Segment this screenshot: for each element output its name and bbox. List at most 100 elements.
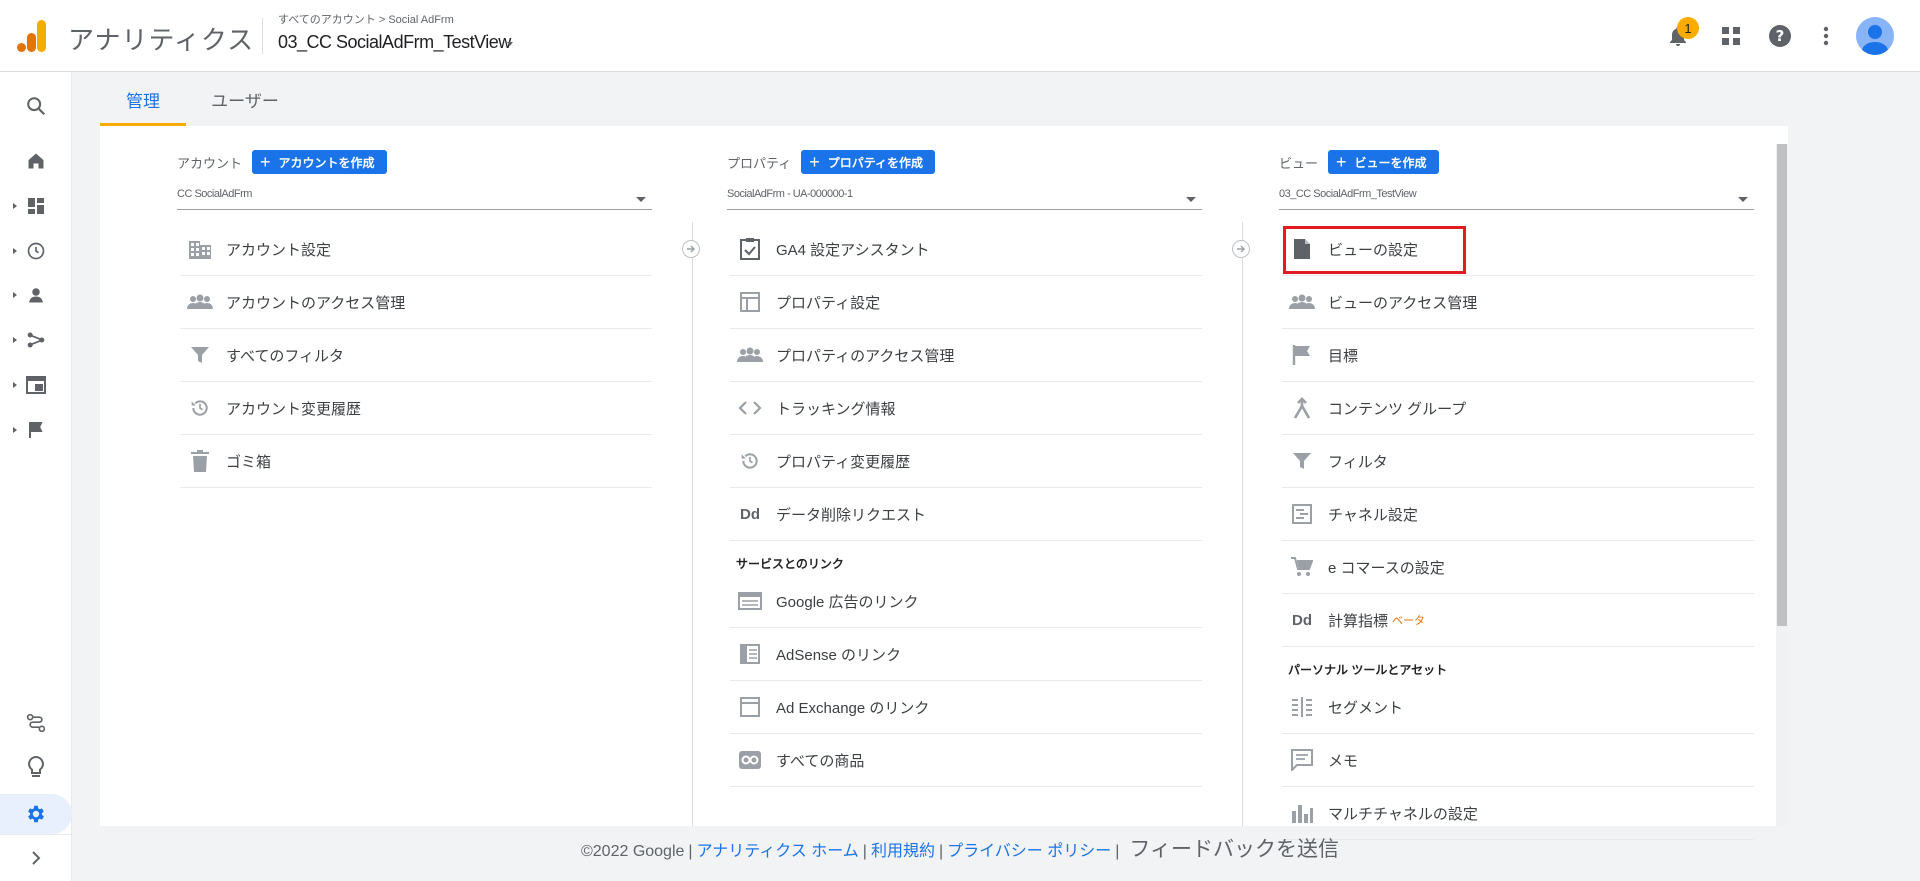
analytics-logo-icon[interactable] [16,18,48,54]
account-selector-value: CC SocialAdFrm [177,188,252,200]
arrow-right-circle-icon [1232,240,1250,258]
property-access-management-item[interactable]: プロパティのアクセス管理 [730,329,1202,382]
link-icon [736,746,764,774]
footer: ©2022 Google | アナリティクス ホーム | 利用規約 | プライバシー ポリシ… [580,838,1339,861]
menu-item-label: AdSense のリンク [776,646,902,664]
audience-person-icon[interactable] [0,275,72,315]
channel-settings-item[interactable]: チャネル設定 [1282,488,1754,541]
account-menu: アカウント設定 アカウントのアクセス管理 すべてのフィルタ アカウント変更履歴 … [180,223,652,488]
all-products-item[interactable]: すべての商品 [730,734,1202,787]
tracking-info-item[interactable]: トラッキング情報 [730,382,1202,435]
people-icon [736,341,764,369]
conversions-flag-icon[interactable] [0,410,72,450]
ecommerce-settings-item[interactable]: e コマースの設定 [1282,541,1754,594]
account-change-history-item[interactable]: アカウント変更履歴 [180,382,652,435]
data-deletion-request-item[interactable]: Dd データ削除リクエスト [730,488,1202,541]
chevron-down-icon [636,197,646,202]
personal-tools-section-label: パーソナル ツールとアセット [1288,662,1448,677]
filter-icon [1288,447,1316,475]
privacy-policy-link[interactable]: プライバシー ポリシー [947,843,1111,860]
create-view-label: ビューを作成 [1354,155,1427,170]
menu-item-label: フィルタ [1328,453,1388,471]
chevron-down-icon[interactable] [507,42,513,46]
terms-link[interactable]: 利用規約 [871,843,935,860]
send-feedback-link[interactable]: フィードバックを送信 [1129,838,1339,861]
layout-icon [736,288,764,316]
view-selector[interactable]: 03_CC SocialAdFrm_TestView [278,32,511,53]
behavior-layout-icon[interactable] [0,365,72,405]
acquisition-icon[interactable] [0,320,72,360]
menu-item-label: メモ [1328,752,1359,770]
title-divider [262,18,263,54]
property-change-history-item[interactable]: プロパティ変更履歴 [730,435,1202,488]
scrollbar-thumb[interactable] [1777,144,1787,626]
property-selector[interactable]: SocialAdFrm - UA-000000-1 [727,184,1202,210]
menu-item-label: すべての商品 [776,752,865,770]
people-icon [1288,288,1316,316]
realtime-clock-icon[interactable] [0,231,72,271]
tab-admin[interactable]: 管理 [100,72,186,126]
dd-icon: Dd [1292,611,1312,629]
account-settings-item[interactable]: アカウント設定 [180,223,652,276]
attribution-icon[interactable] [0,703,72,743]
menu-item-label: ビューのアクセス管理 [1328,294,1478,312]
create-property-button[interactable]: + プロパティを作成 [801,150,936,174]
left-navigation [0,72,72,881]
create-account-button[interactable]: + アカウントを作成 [252,150,387,174]
create-property-label: プロパティを作成 [827,155,924,170]
calculated-metrics-item[interactable]: Dd 計算指標 ベータ [1282,594,1754,647]
account-column-header: アカウント + アカウントを作成 [177,150,387,174]
google-ads-link-item[interactable]: Google 広告のリンク [730,575,1202,628]
avatar[interactable] [1856,17,1894,55]
analytics-home-link[interactable]: アナリティクス ホーム [697,843,859,860]
gear-icon[interactable] [0,794,72,834]
tab-users[interactable]: ユーザー [200,72,290,126]
trash-item[interactable]: ゴミ箱 [180,435,652,488]
customization-dashboard-icon[interactable] [0,186,72,226]
segment-icon [1288,693,1316,721]
create-view-button[interactable]: + ビューを作成 [1328,150,1439,174]
help-icon[interactable]: ? [1766,22,1794,50]
apps-grid-icon[interactable] [1717,22,1745,50]
column-divider [692,222,693,826]
menu-item-label: 計算指標 [1328,612,1389,630]
property-settings-item[interactable]: プロパティ設定 [730,276,1202,329]
filters-item[interactable]: フィルタ [1282,435,1754,488]
menu-item-label: Google 広告のリンク [776,593,919,611]
account-path[interactable]: すべてのアカウント > Social AdFrm [278,11,454,27]
content-grouping-item[interactable]: コンテンツ グループ [1282,382,1754,435]
view-settings-highlight [1283,226,1466,274]
note-icon [1288,746,1316,774]
account-selector[interactable]: CC SocialAdFrm [177,184,652,210]
segments-item[interactable]: セグメント [1282,681,1754,734]
account-access-management-item[interactable]: アカウントのアクセス管理 [180,276,652,329]
beta-badge: ベータ [1392,615,1426,627]
adsense-link-item[interactable]: AdSense のリンク [730,628,1202,681]
create-account-label: アカウントを作成 [278,155,375,170]
checklist-icon [736,235,764,263]
view-selector[interactable]: 03_CC SocialAdFrm_TestView [1279,184,1754,210]
chevron-down-icon [1738,197,1748,202]
goals-item[interactable]: 目標 [1282,329,1754,382]
property-selector-value: SocialAdFrm - UA-000000-1 [727,188,853,200]
footer-copyright: ©2022 Google [580,843,685,860]
ads-icon [736,587,764,615]
history-icon [736,447,764,475]
svg-text:?: ? [1776,27,1785,45]
plus-icon: + [1336,152,1347,172]
more-vert-icon[interactable] [1812,22,1840,50]
chevron-right-icon [13,382,17,388]
ad-exchange-link-item[interactable]: Ad Exchange のリンク [730,681,1202,734]
menu-item-label: トラッキング情報 [776,400,896,418]
home-icon[interactable] [0,141,72,181]
menu-item-label: プロパティのアクセス管理 [776,347,955,365]
ga4-setup-assistant-item[interactable]: GA4 設定アシスタント [730,223,1202,276]
property-column-header: プロパティ + プロパティを作成 [727,150,936,174]
flag-icon [1288,341,1316,369]
annotations-item[interactable]: メモ [1282,734,1754,787]
all-filters-item[interactable]: すべてのフィルタ [180,329,652,382]
lightbulb-icon[interactable] [0,747,72,787]
menu-item-label: プロパティ変更履歴 [776,453,911,471]
search-icon[interactable] [0,86,72,126]
view-access-management-item[interactable]: ビューのアクセス管理 [1282,276,1754,329]
